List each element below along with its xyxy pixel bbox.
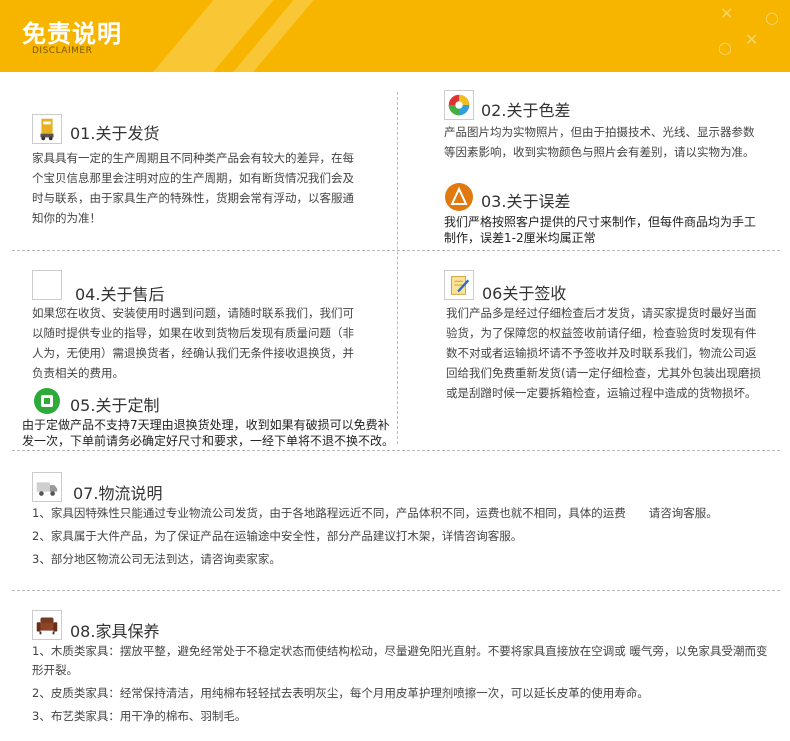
section-02-text: 产品图片均为实物照片，但由于拍摄技术、光线、显示器参数等因素影响，收到实物颜色与…: [444, 125, 755, 159]
section-06-text: 我们产品多是经过仔细检查后才发货，请买家提货时最好当面验货，为了保障您的权益签收…: [446, 306, 761, 400]
page-title: 免责说明: [22, 20, 122, 48]
list-item: 2、皮质类家具：经常保持清洁，用纯棉布轻轻拭去表明灰尘，每个月用皮革护理剂喷擦一…: [32, 686, 649, 700]
list-item: 2、家具属于大件产品，为了保证产品在运输途中安全性，部分产品建议打木架，详情咨询…: [32, 529, 523, 543]
truck-icon: [32, 472, 62, 502]
list-item: 3、布艺类家具：用干净的棉布、羽制毛。: [32, 709, 247, 723]
color-wheel-icon: [444, 90, 474, 120]
decoration-icon: ✕: [720, 4, 734, 23]
section-01-title: 01.关于发货: [70, 124, 160, 143]
section-02-title: 02.关于色差: [481, 101, 571, 120]
section-08-list: 1、木质类家具：摆放平整，避免经常处于不稳定状态而使结构松动，尽量避免阳光直射。…: [32, 642, 772, 730]
section-06-title: 06关于签收: [482, 284, 567, 303]
section-07-title: 07.物流说明: [73, 484, 163, 503]
cargo-icon: [32, 114, 62, 144]
sofa-icon: [32, 610, 62, 640]
decoration-icon: ✕: [745, 30, 759, 49]
blank-icon: [32, 270, 62, 300]
section-03-text: 我们严格按照客户提供的尺寸来制作，但每件商品均为手工制作，误差1-2厘米均属正常: [444, 215, 757, 245]
header-banner: 免责说明 DISCLAIMER ✕ ✕ ○ ○: [0, 0, 790, 72]
section-01-text: 家具具有一定的生产周期且不同种类产品会有较大的差异，在每个宝贝信息那里会注明对应…: [32, 151, 354, 225]
section-08-title: 08.家具保养: [70, 622, 160, 641]
section-07-list: 1、家具因特殊性只能通过专业物流公司发货，由于各地路程远近不同，产品体积不同，运…: [32, 504, 772, 573]
page-subtitle: DISCLAIMER: [32, 46, 93, 56]
decoration-icon: ○: [718, 38, 732, 57]
sign-icon: [444, 270, 474, 300]
section-04-text: 如果您在收货、安装使用时遇到问题，请随时联系我们，我们可以随时提供专业的指导，如…: [32, 306, 354, 380]
section-05-text: 由于定做产品不支持7天理由退换货处理，收到如果有破损可以免费补发一次，下单前请务…: [22, 418, 395, 448]
divider-horizontal: [12, 590, 780, 591]
divider-vertical: [397, 92, 398, 444]
section-05-title: 05.关于定制: [70, 396, 160, 415]
ruler-icon: [444, 182, 474, 212]
list-item: 1、家具因特殊性只能通过专业物流公司发货，由于各地路程远近不同，产品体积不同，运…: [32, 506, 718, 520]
list-item: 3、部分地区物流公司无法到达，请咨询卖家家。: [32, 552, 281, 566]
list-item: 1、木质类家具：摆放平整，避免经常处于不稳定状态而使结构松动，尽量避免阳光直射。…: [32, 644, 768, 677]
divider-horizontal: [12, 450, 780, 451]
recycle-icon: [32, 386, 62, 416]
decoration-icon: ○: [765, 8, 779, 27]
section-03-title: 03.关于误差: [481, 192, 571, 211]
section-04-title: 04.关于售后: [75, 285, 165, 304]
divider-horizontal: [12, 250, 780, 251]
